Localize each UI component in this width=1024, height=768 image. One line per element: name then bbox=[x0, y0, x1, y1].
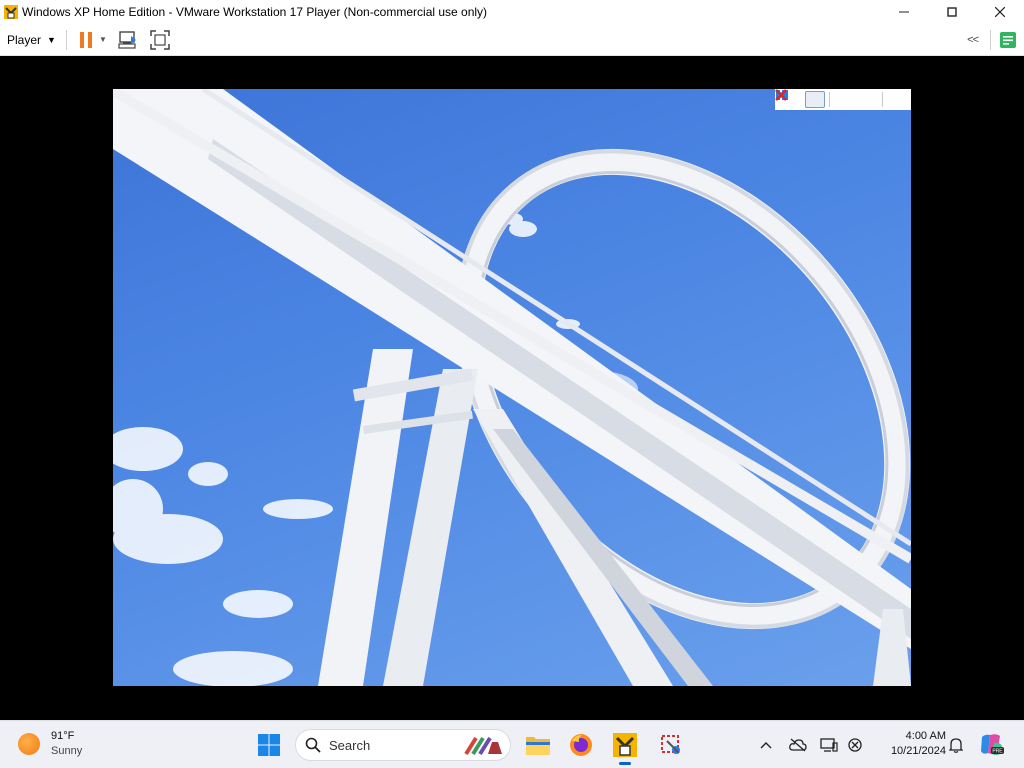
weather-temperature: 91°F bbox=[51, 730, 75, 742]
slideshow-pause-button[interactable] bbox=[777, 90, 825, 108]
chevron-down-icon: ▼ bbox=[47, 34, 56, 45]
send-ctrl-alt-del-button[interactable] bbox=[115, 27, 141, 53]
search-icon bbox=[305, 737, 321, 753]
taskbar: 91°F Sunny Search 4:00 AM 10/21/2024 PRE bbox=[0, 720, 1024, 768]
title-bar: Windows XP Home Edition - VMware Worksta… bbox=[0, 0, 1024, 24]
minimize-icon bbox=[899, 11, 909, 13]
tray-onedrive[interactable] bbox=[787, 721, 809, 768]
file-explorer-icon bbox=[526, 737, 550, 755]
toolbar-divider bbox=[65, 29, 67, 50]
player-menu-label: Player bbox=[7, 32, 42, 47]
vmware-icon bbox=[613, 733, 637, 757]
tray-network[interactable] bbox=[845, 721, 865, 768]
full-screen-button[interactable] bbox=[147, 27, 173, 53]
player-menu[interactable]: Player ▼ bbox=[0, 24, 56, 56]
weather-widget[interactable]: 91°F Sunny bbox=[18, 729, 82, 759]
onedrive-icon bbox=[789, 738, 807, 752]
maximize-button[interactable] bbox=[928, 0, 976, 24]
close-button[interactable] bbox=[976, 0, 1024, 24]
search-placeholder: Search bbox=[329, 737, 371, 753]
collapse-toolbar-button[interactable]: << bbox=[967, 34, 979, 46]
window-controls bbox=[880, 0, 1024, 24]
start-button[interactable] bbox=[254, 730, 284, 760]
search-highlight-icon bbox=[464, 736, 502, 756]
clock-time: 4:00 AM bbox=[905, 730, 946, 742]
display-icon bbox=[820, 738, 838, 752]
network-icon bbox=[848, 738, 862, 752]
toolbar-right: << bbox=[967, 24, 1024, 56]
slideshow-controls bbox=[775, 89, 911, 110]
roller-coaster-picture bbox=[113, 89, 911, 686]
close-icon bbox=[775, 89, 787, 101]
start-icon bbox=[258, 734, 280, 756]
taskbar-file-explorer[interactable] bbox=[523, 730, 553, 760]
toolbar-divider bbox=[990, 30, 991, 50]
clock-date: 10/21/2024 bbox=[890, 745, 946, 757]
tray-display[interactable] bbox=[818, 721, 840, 768]
library-icon[interactable] bbox=[999, 31, 1017, 49]
taskbar-clock[interactable]: 4:00 AM 10/21/2024 bbox=[874, 729, 946, 759]
svg-text:PRE: PRE bbox=[992, 749, 1003, 755]
vm-display[interactable] bbox=[0, 56, 1024, 756]
weather-text: 91°F Sunny bbox=[51, 729, 82, 759]
ctrl-alt-del-icon bbox=[118, 30, 136, 49]
slideshow-image bbox=[113, 89, 911, 686]
slideshow-close-button[interactable] bbox=[775, 89, 907, 108]
show-hidden-icons-button[interactable] bbox=[756, 721, 776, 768]
sun-icon bbox=[18, 733, 40, 755]
firefox-icon bbox=[570, 734, 592, 756]
active-app-indicator bbox=[619, 762, 631, 765]
slideshow-divider bbox=[829, 92, 830, 107]
copilot-button[interactable]: PRE bbox=[978, 721, 1006, 768]
weather-condition: Sunny bbox=[51, 745, 83, 757]
slideshow-divider bbox=[882, 92, 883, 107]
taskbar-search[interactable]: Search bbox=[295, 729, 511, 761]
taskbar-firefox[interactable] bbox=[566, 730, 596, 760]
copilot-icon: PRE bbox=[981, 734, 1004, 755]
vmware-app-icon bbox=[4, 5, 18, 19]
snipping-tool-icon bbox=[661, 735, 680, 754]
taskbar-vmware-player[interactable] bbox=[610, 730, 640, 760]
minimize-button[interactable] bbox=[880, 0, 928, 24]
pause-vm-button[interactable] bbox=[73, 27, 99, 53]
player-toolbar: Player ▼ ▼ << bbox=[0, 24, 1024, 56]
pause-dropdown-caret[interactable]: ▼ bbox=[99, 35, 107, 44]
chevron-up-icon bbox=[760, 742, 772, 749]
close-icon bbox=[995, 7, 1005, 17]
notification-icon bbox=[949, 738, 963, 753]
slideshow-next-button[interactable] bbox=[776, 90, 878, 108]
maximize-icon bbox=[947, 7, 957, 17]
slideshow-previous-button[interactable] bbox=[776, 90, 854, 108]
taskbar-snipping-tool[interactable] bbox=[656, 730, 686, 760]
fullscreen-icon bbox=[150, 29, 170, 50]
pause-icon bbox=[79, 31, 92, 48]
notification-center-button[interactable] bbox=[946, 721, 966, 768]
window-title: Windows XP Home Edition - VMware Worksta… bbox=[22, 5, 488, 19]
